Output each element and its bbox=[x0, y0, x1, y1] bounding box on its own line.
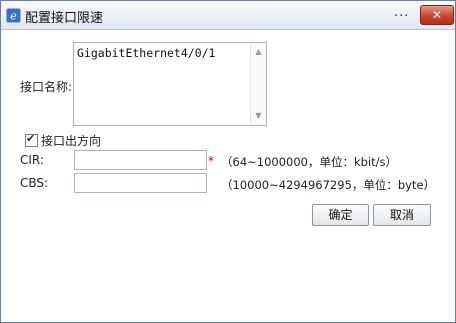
window-title: 配置接口限速 bbox=[25, 11, 104, 26]
interface-name-textarea[interactable]: GigabitEthernet4/0/1 ▲ ▼ bbox=[73, 42, 267, 126]
close-button[interactable]: ✕ bbox=[420, 5, 454, 25]
cir-required-mark: * bbox=[208, 154, 214, 168]
checkmark-icon: ✔ bbox=[26, 132, 36, 145]
close-icon: ✕ bbox=[431, 8, 443, 22]
cbs-input[interactable] bbox=[74, 173, 207, 193]
ok-button[interactable]: 确定 bbox=[312, 204, 369, 226]
interface-name-label: 接口名称: bbox=[20, 80, 73, 94]
cir-hint: （64~1000000，单位：kbit/s） bbox=[221, 155, 398, 169]
more-button[interactable]: ... bbox=[394, 5, 409, 20]
cancel-button[interactable]: 取消 bbox=[373, 204, 431, 226]
cbs-hint: （10000~4294967295，单位：byte） bbox=[221, 178, 436, 192]
svg-text:e: e bbox=[10, 10, 17, 23]
cir-label: CIR: bbox=[20, 153, 44, 167]
interface-name-value: GigabitEthernet4/0/1 bbox=[77, 46, 216, 60]
scroll-up-icon[interactable]: ▲ bbox=[251, 45, 266, 59]
dialog-window: e 配置接口限速 ... ✕ 接口名称: GigabitEthernet4/0/… bbox=[0, 0, 456, 323]
cbs-label: CBS: bbox=[20, 176, 49, 190]
direction-label: 接口出方向 bbox=[41, 134, 102, 148]
textarea-scrollbar[interactable]: ▲ ▼ bbox=[250, 43, 266, 125]
direction-checkbox[interactable]: ✔ bbox=[25, 132, 38, 147]
cir-input[interactable] bbox=[74, 150, 207, 170]
scroll-down-icon[interactable]: ▼ bbox=[251, 109, 266, 123]
title-bar: e 配置接口限速 ... ✕ bbox=[1, 1, 455, 30]
ie-icon: e bbox=[6, 8, 21, 23]
